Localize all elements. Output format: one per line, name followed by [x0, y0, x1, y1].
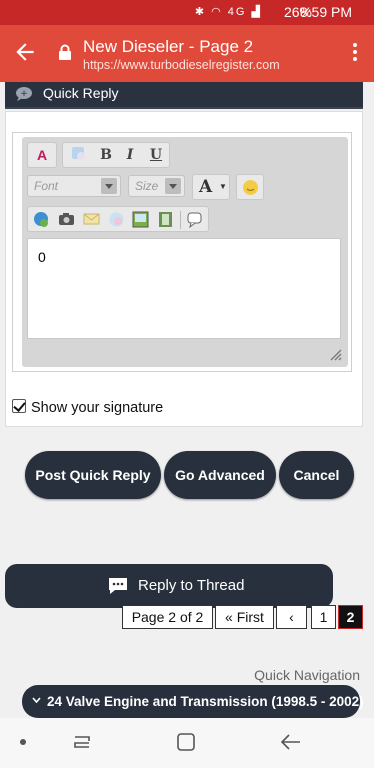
text-color-button[interactable]: A ▼ [192, 174, 230, 200]
reply-bubble-icon [109, 578, 127, 594]
back-arrow-icon[interactable] [12, 39, 38, 65]
quick-reply-header: + Quick Reply [5, 82, 363, 109]
signature-checkbox[interactable] [12, 399, 26, 413]
recent-apps-icon[interactable] [72, 732, 92, 752]
caret-down-icon: ▼ [219, 182, 227, 191]
video-icon[interactable] [157, 211, 174, 228]
home-icon[interactable] [176, 732, 196, 752]
chevron-down-icon [165, 178, 181, 194]
system-nav-bar [0, 718, 374, 768]
underline-icon[interactable]: U [145, 145, 167, 165]
size-select[interactable]: Size [128, 175, 185, 197]
size-select-value: Size [135, 179, 159, 193]
bold-icon[interactable]: B [95, 145, 117, 165]
reply-to-thread-label: Reply to Thread [138, 577, 245, 594]
smiley-icon [243, 180, 258, 195]
pagination-page-1[interactable]: 1 [311, 605, 336, 629]
dot-icon [20, 739, 26, 745]
text-color-label: A [199, 177, 213, 197]
status-bar: ✱ ◠ 4G ▟ 26% 8:59 PM [0, 0, 374, 25]
smilies-button[interactable] [236, 174, 264, 200]
message-textarea[interactable]: 0 [27, 238, 341, 339]
camera-icon[interactable] [58, 212, 75, 226]
italic-icon[interactable]: I [119, 145, 141, 165]
clock: 8:59 PM [299, 4, 352, 20]
quote-bubble-icon[interactable] [186, 212, 203, 228]
page-title[interactable]: New Dieseler - Page 2 [83, 37, 253, 57]
reply-to-thread-button[interactable]: Reply to Thread [5, 564, 333, 608]
pagination-first-label: First [236, 609, 264, 625]
go-advanced-button[interactable]: Go Advanced [164, 451, 276, 499]
browser-toolbar: New Dieseler - Page 2 https://www.turbod… [0, 25, 374, 82]
signature-label: Show your signature [31, 400, 164, 416]
link-globe-icon[interactable] [33, 211, 50, 228]
remove-format-group: A [27, 142, 57, 168]
forum-jump-select[interactable]: 24 Valve Engine and Transmission (1998.5… [22, 685, 364, 718]
speech-bubble-icon: + [16, 87, 32, 101]
quick-reply-title: Quick Reply [43, 85, 119, 101]
remove-format-icon[interactable]: A [31, 145, 53, 165]
email-icon[interactable] [83, 212, 100, 226]
double-chevron-left-icon: « [225, 609, 233, 625]
lock-icon [59, 44, 71, 60]
post-quick-reply-button[interactable]: Post Quick Reply [25, 451, 161, 499]
forum-jump-value: 24 Valve Engine and Transmission (1998.5… [47, 694, 364, 709]
text-style-group: B I U [62, 142, 170, 168]
overflow-menu-icon[interactable] [352, 43, 358, 65]
chevron-down-icon [32, 697, 41, 703]
pagination-info: Page 2 of 2 [122, 605, 213, 629]
svg-text:+: + [20, 89, 28, 99]
pagination-page-2[interactable]: 2 [338, 605, 363, 629]
font-select[interactable]: Font [27, 175, 121, 197]
paste-icon[interactable] [67, 145, 89, 165]
back-icon[interactable] [280, 732, 302, 752]
pagination-first[interactable]: « First [215, 605, 274, 629]
toolbar-divider [180, 211, 181, 229]
page-url[interactable]: https://www.turbodieselregister.com [83, 58, 280, 72]
resize-grip-icon[interactable] [328, 347, 342, 361]
signal-icons: ✱ ◠ 4G ▟ [194, 6, 262, 18]
font-select-value: Font [34, 179, 59, 193]
chevron-down-icon [101, 178, 117, 194]
insert-group [27, 206, 209, 232]
image-icon[interactable] [108, 211, 125, 228]
pagination-prev[interactable]: ‹ [276, 605, 307, 629]
quick-navigation-label: Quick Navigation [254, 667, 360, 683]
picture-icon[interactable] [132, 211, 149, 228]
cancel-button[interactable]: Cancel [279, 451, 354, 499]
